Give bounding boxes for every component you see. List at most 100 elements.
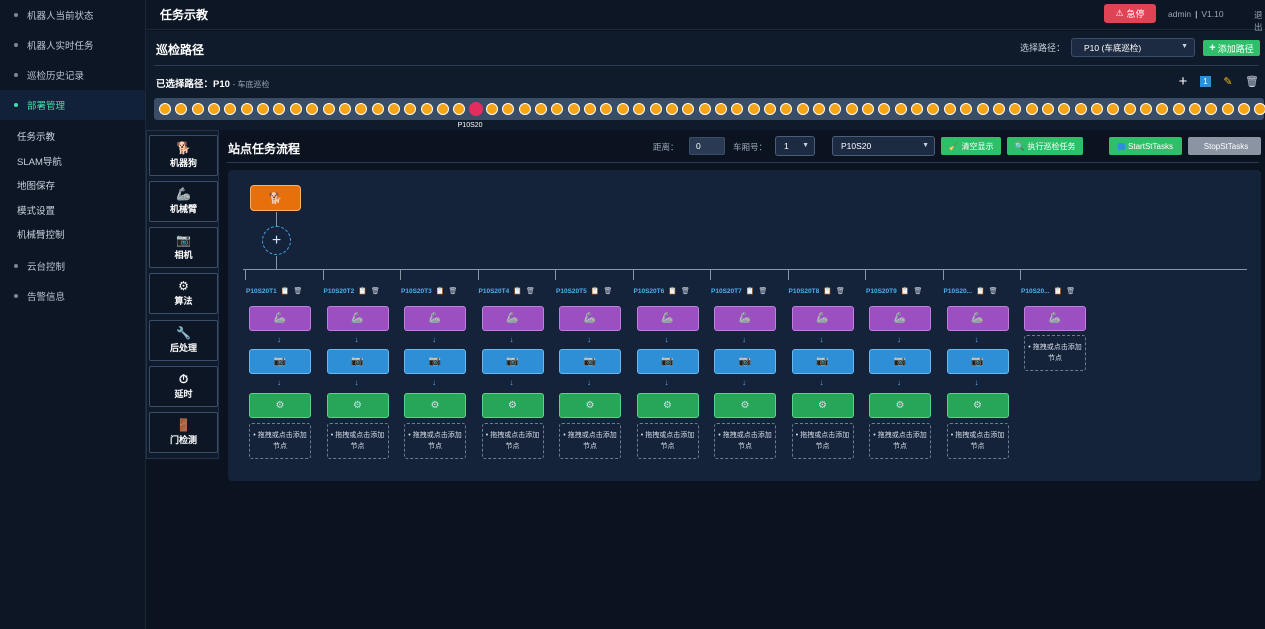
camera-node[interactable]: 📷 [249, 349, 311, 374]
copy-icon[interactable]: 📋 [901, 287, 910, 295]
stop-tasks-button[interactable]: StopStTasks [1188, 137, 1261, 155]
add-branch-button[interactable]: + [262, 226, 291, 255]
sidebar-item-history[interactable]: 巡检历史记录 [0, 60, 145, 90]
algorithm-node[interactable]: ⚙ [714, 393, 776, 418]
emergency-stop-button[interactable]: ⚠ 急停 [1104, 4, 1156, 23]
route-station[interactable] [600, 103, 613, 115]
copy-icon[interactable]: 📋 [746, 287, 755, 295]
flow-canvas[interactable]: 🐕 + P10S20T1 📋 🗑 🦾 ↓ 📷 ↓ ⚙ • 拖拽或点击添加节点 P10S20T2 📋 🗑… [228, 170, 1261, 481]
distance-input[interactable]: 0 [689, 137, 725, 155]
task-label[interactable]: P10S20T4 [479, 288, 510, 295]
route-station[interactable] [486, 103, 498, 115]
copy-icon[interactable]: 📋 [513, 287, 522, 295]
route-station[interactable] [878, 103, 891, 115]
route-station[interactable] [355, 103, 368, 115]
route-station[interactable] [322, 103, 335, 115]
copy-icon[interactable]: 📋 [976, 287, 985, 295]
delete-icon[interactable]: 🗑 [448, 287, 457, 295]
route-station[interactable] [453, 103, 466, 115]
start-tasks-button[interactable]: StartStTasks [1109, 137, 1182, 155]
route-station[interactable] [943, 103, 956, 115]
algorithm-node[interactable]: ⚙ [791, 393, 854, 418]
route-station[interactable] [1025, 103, 1038, 115]
robot-arm-node[interactable]: 🦾 [869, 306, 931, 331]
route-station[interactable] [911, 103, 924, 115]
algorithm-node[interactable]: ⚙ [636, 393, 699, 418]
route-station[interactable] [273, 103, 286, 115]
add-route-button[interactable]: + 添加路径 [1203, 40, 1260, 56]
delete-icon[interactable]: 🗑 [1066, 287, 1075, 295]
route-station[interactable] [1041, 103, 1054, 115]
route-station[interactable] [551, 103, 564, 115]
copy-icon[interactable]: 📋 [358, 287, 367, 295]
route-station[interactable] [616, 103, 629, 115]
route-station[interactable] [535, 103, 548, 115]
delete-icon[interactable]: 🗑 [836, 287, 845, 295]
sidebar-item-realtime-task[interactable]: 机器人实时任务 [0, 30, 145, 60]
route-station[interactable] [1254, 103, 1265, 115]
route-station[interactable] [698, 103, 711, 115]
route-station[interactable] [1107, 103, 1120, 115]
route-station[interactable] [796, 103, 809, 115]
drop-zone[interactable]: • 拖拽或点击添加节点 [791, 423, 854, 459]
palette-postprocess[interactable]: 🔧 后处理 [149, 320, 218, 361]
route-station[interactable] [682, 103, 695, 115]
delete-icon[interactable]: 🗑 [989, 287, 998, 295]
route-station[interactable] [976, 103, 989, 115]
palette-robot-dog[interactable]: 🐕 机器狗 [149, 135, 218, 176]
drop-zone[interactable]: • 拖拽或点击添加节点 [1024, 335, 1086, 371]
robot-arm-node[interactable]: 🦾 [1024, 306, 1086, 331]
route-station-active[interactable] [468, 102, 483, 116]
sidebar-item-deploy[interactable]: 部署管理 [0, 90, 145, 120]
route-station[interactable] [763, 103, 776, 115]
robot-arm-node[interactable]: 🦾 [326, 306, 389, 331]
route-station[interactable] [159, 103, 171, 115]
route-station[interactable] [1156, 103, 1169, 115]
edit-icon[interactable]: ✎ [1221, 74, 1235, 88]
copy-icon[interactable]: 📋 [823, 287, 832, 295]
route-station[interactable] [567, 103, 580, 115]
route-station[interactable] [894, 103, 907, 115]
delete-icon[interactable]: 🗑 [603, 287, 612, 295]
robot-dog-node[interactable]: 🐕 [250, 185, 301, 211]
route-station[interactable] [665, 103, 678, 115]
robot-arm-node[interactable]: 🦾 [481, 306, 544, 331]
route-station[interactable] [633, 103, 646, 115]
drop-zone[interactable]: • 拖拽或点击添加节点 [636, 423, 699, 459]
route-station[interactable] [518, 103, 531, 115]
camera-node[interactable]: 📷 [791, 349, 854, 374]
sidebar-subitem-map-save[interactable]: 地图保存 [0, 173, 145, 198]
copy-icon[interactable]: 📋 [1054, 287, 1063, 295]
route-station[interactable] [224, 103, 237, 115]
route-station[interactable] [1058, 103, 1071, 115]
sidebar-item-robot-status[interactable]: 机器人当前状态 [0, 0, 145, 30]
drop-zone[interactable]: • 拖拽或点击添加节点 [714, 423, 776, 459]
camera-node[interactable]: 📷 [404, 349, 466, 374]
station-select[interactable]: P10S20 ▼ [832, 136, 935, 156]
palette-algorithm[interactable]: ⚙ 算法 [149, 273, 218, 314]
drop-zone[interactable]: • 拖拽或点击添加节点 [481, 423, 544, 459]
palette-door-detect[interactable]: 🚪 门检测 [149, 412, 218, 453]
route-station[interactable] [1009, 103, 1022, 115]
sidebar-item-gimbal[interactable]: 云台控制 [0, 251, 145, 281]
route-station[interactable] [502, 103, 515, 115]
route-station[interactable] [1074, 103, 1087, 115]
algorithm-node[interactable]: ⚙ [481, 393, 544, 418]
task-label[interactable]: P10S20T5 [556, 288, 587, 295]
algorithm-node[interactable]: ⚙ [869, 393, 931, 418]
route-station[interactable] [208, 103, 221, 115]
drop-zone[interactable]: • 拖拽或点击添加节点 [869, 423, 931, 459]
station-count-badge[interactable]: 1 [1200, 75, 1211, 87]
drop-zone[interactable]: • 拖拽或点击添加节点 [559, 423, 621, 459]
route-station[interactable] [306, 103, 319, 115]
route-station[interactable] [584, 103, 597, 115]
delete-icon[interactable]: 🗑 [371, 287, 380, 295]
robot-arm-node[interactable]: 🦾 [559, 306, 621, 331]
camera-node[interactable]: 📷 [559, 349, 621, 374]
drop-zone[interactable]: • 拖拽或点击添加节点 [946, 423, 1009, 459]
route-select[interactable]: P10 (车底巡检) ▼ [1071, 38, 1195, 57]
clear-display-button[interactable]: 🧹 清空显示 [941, 137, 1001, 155]
car-select[interactable]: 1 ▼ [775, 136, 815, 156]
algorithm-node[interactable]: ⚙ [946, 393, 1009, 418]
robot-arm-node[interactable]: 🦾 [249, 306, 311, 331]
